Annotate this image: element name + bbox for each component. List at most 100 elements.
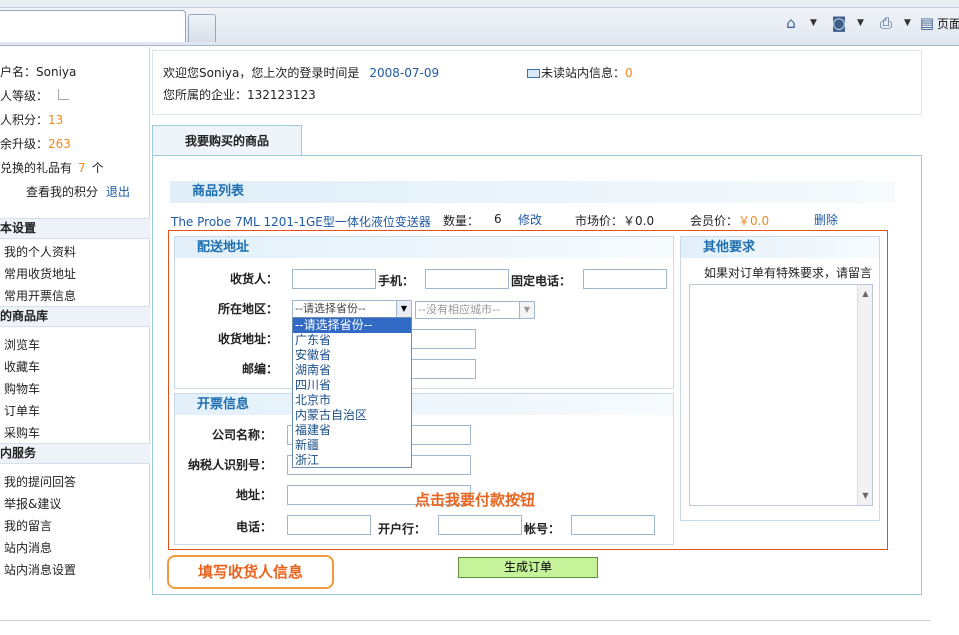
receiver-label: 收货人：: [229, 272, 278, 286]
sidebar-item-address[interactable]: 常用收货地址: [4, 265, 76, 282]
company-name-label: 公司名称：: [211, 428, 272, 442]
page-icon[interactable]: ▤: [918, 14, 936, 32]
unread-count: 0: [625, 66, 633, 80]
sidebar-item-questions[interactable]: 我的提问回答: [4, 473, 76, 490]
sidebar-section-products: 的商品库: [0, 306, 150, 327]
city-select-value: --没有相应城市--: [418, 303, 500, 316]
welcome-box: [152, 50, 922, 115]
rss-icon[interactable]: ◙: [830, 14, 848, 32]
sidebar-item-invoice[interactable]: 常用开票信息: [4, 287, 76, 304]
chevron-down-icon[interactable]: ▼: [810, 18, 817, 28]
scroll-up-icon[interactable]: ▲: [858, 287, 873, 301]
invoice-title: 开票信息: [175, 394, 673, 415]
points-value: 13: [48, 113, 64, 127]
province-option[interactable]: 北京市: [293, 393, 411, 408]
gifts-count: 7: [78, 161, 86, 175]
account-label: 帐号：: [523, 522, 560, 536]
market-price: 市场价：￥0.0: [575, 212, 654, 229]
view-points-link[interactable]: 查看我的积分: [26, 185, 98, 199]
welcome-line: 欢迎您Soniya，您上次的登录时间是 2008-07-09: [163, 64, 439, 81]
chevron-down-icon[interactable]: ▼: [519, 302, 534, 318]
username-line: 户名：Soniya: [0, 63, 76, 80]
sidebar-item-site-messages[interactable]: 站内消息: [4, 539, 52, 556]
generate-order-button[interactable]: 生成订单: [458, 557, 598, 578]
logout-link[interactable]: 退出: [106, 185, 130, 199]
sidebar-item-report[interactable]: 举报&建议: [4, 495, 61, 512]
username-label: 户名：: [0, 65, 37, 79]
edit-link[interactable]: 修改: [518, 211, 542, 228]
page-menu-label[interactable]: 页面: [937, 15, 959, 32]
delete-link[interactable]: 删除: [814, 211, 838, 228]
market-price-label: 市场价：: [575, 214, 624, 228]
level-badge-icon: [58, 89, 70, 100]
browser-tab-active[interactable]: [0, 10, 186, 42]
province-option[interactable]: 湖南省: [293, 363, 411, 378]
province-option[interactable]: 安徽省: [293, 348, 411, 363]
shipping-title: 配送地址: [175, 237, 673, 258]
sidebar-item-messages-left[interactable]: 我的留言: [4, 517, 52, 534]
sidebar-item-browse[interactable]: 浏览车: [4, 336, 40, 353]
username-value: Soniya: [36, 65, 77, 79]
member-price-value: ￥0.0: [738, 214, 770, 228]
remarks-scrollbar[interactable]: ▲ ▼: [857, 285, 872, 505]
upgrade-label: 余升级：: [0, 137, 49, 151]
bank-input[interactable]: [438, 515, 522, 535]
upgrade-value: 263: [48, 137, 71, 151]
mobile-input[interactable]: [425, 269, 509, 289]
points-label: 人积分：: [0, 113, 49, 127]
account-input[interactable]: [571, 515, 655, 535]
address-label: 收货地址：: [217, 332, 278, 346]
points-links: 查看我的积分 退出: [26, 183, 130, 200]
province-dropdown-list[interactable]: --请选择省份-- 广东省 安徽省 湖南省 四川省 北京市 内蒙古自治区 福建省…: [292, 317, 412, 468]
sidebar-item-message-settings[interactable]: 站内消息设置: [4, 561, 76, 578]
qty-value: 6: [494, 212, 502, 226]
gifts-suffix: 个: [91, 161, 104, 175]
province-option[interactable]: 浙江: [293, 453, 411, 468]
sidebar-item-cart[interactable]: 购物车: [4, 380, 40, 397]
scroll-down-icon[interactable]: ▼: [858, 489, 873, 503]
unread-line[interactable]: 未读站内信息：0: [527, 64, 633, 81]
chevron-down-icon[interactable]: ▼: [857, 18, 864, 28]
last-login-date: 2008-07-09: [369, 66, 440, 80]
points-line: 人积分：13: [0, 111, 63, 128]
level-label: 人等级：: [0, 89, 49, 103]
province-option[interactable]: 福建省: [293, 423, 411, 438]
sidebar-item-profile[interactable]: 我的个人资料: [4, 243, 76, 260]
product-name-link[interactable]: The Probe 7ML 1201-1GE型一体化液位变送器: [171, 213, 431, 230]
market-price-value: ￥0.0: [623, 214, 655, 228]
upgrade-line: 余升级：263: [0, 135, 71, 152]
province-option[interactable]: 四川省: [293, 378, 411, 393]
fixed-phone-input[interactable]: [583, 269, 667, 289]
province-option[interactable]: 广东省: [293, 333, 411, 348]
mobile-label: 手机：: [378, 274, 415, 288]
invoice-phone-input[interactable]: [287, 515, 371, 535]
sidebar-item-orders[interactable]: 订单车: [4, 402, 40, 419]
zip-label: 邮编：: [241, 362, 278, 376]
chevron-down-icon[interactable]: ▼: [904, 18, 911, 28]
sidebar-item-purchase[interactable]: 采购车: [4, 424, 40, 441]
sidebar-section-settings: 本设置: [0, 218, 150, 239]
browser-new-tab[interactable]: [188, 14, 216, 42]
province-option[interactable]: --请选择省份--: [293, 318, 411, 333]
tab-purchase-items[interactable]: 我要购买的商品: [152, 125, 302, 156]
province-select[interactable]: --请选择省份-- ▼: [292, 300, 412, 318]
sidebar-item-favorites[interactable]: 收藏车: [4, 358, 40, 375]
receiver-input[interactable]: [292, 269, 376, 289]
company-value: 132123123: [247, 88, 316, 102]
chevron-down-icon[interactable]: ▼: [396, 301, 411, 317]
page-divider: [0, 620, 930, 621]
unread-label: 未读站内信息：: [541, 66, 626, 80]
home-icon[interactable]: ⌂: [782, 14, 800, 32]
mail-icon: [527, 69, 540, 78]
city-select[interactable]: --没有相应城市-- ▼: [415, 301, 535, 319]
invoice-address-label: 地址：: [235, 488, 272, 502]
province-option[interactable]: 新疆: [293, 438, 411, 453]
bank-label: 开户行：: [377, 522, 426, 536]
remarks-textarea[interactable]: ▲ ▼: [689, 284, 873, 506]
company-label: 您所属的企业：: [163, 88, 248, 102]
member-price: 会员价：￥0.0: [690, 212, 769, 229]
province-option[interactable]: 内蒙古自治区: [293, 408, 411, 423]
other-requirements-hint: 如果对订单有特殊要求，请留言: [704, 266, 873, 280]
member-price-label: 会员价：: [690, 214, 739, 228]
print-icon[interactable]: ⎙: [877, 14, 895, 32]
